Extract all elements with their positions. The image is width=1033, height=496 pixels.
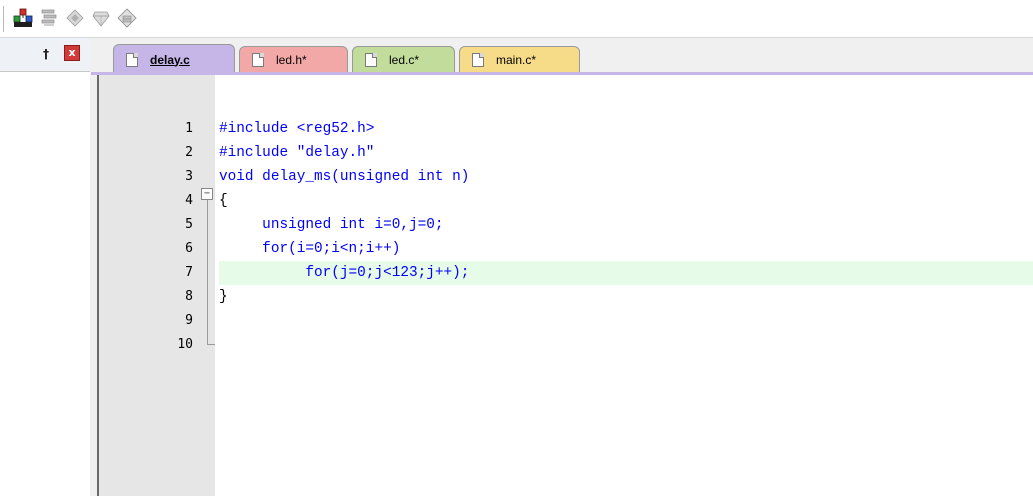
code-text: for(i=0;i<n;i++) — [219, 241, 401, 257]
line-number: 1 — [185, 121, 193, 136]
code-line: 10 — [99, 333, 1033, 357]
stop-build-icon[interactable] — [114, 5, 140, 31]
build-toolbar — [0, 0, 1033, 38]
editor-area: delay.c led.h* led.c* main.c* − 1 #inclu… — [91, 38, 1033, 496]
tab-led-c[interactable]: led.c* — [352, 46, 455, 72]
file-icon — [472, 52, 484, 67]
code-text: #include "delay.h" — [219, 145, 375, 161]
batch-build-icon[interactable] — [36, 5, 62, 31]
build-target-icon[interactable] — [10, 5, 36, 31]
line-number: 9 — [185, 313, 193, 328]
line-number: 5 — [185, 217, 193, 232]
project-panel-body — [0, 72, 90, 496]
code-editor[interactable]: − 1 #include <reg52.h> 2 #include "delay… — [97, 75, 1033, 496]
code-line: 4 { — [99, 189, 1033, 213]
project-panel-header: † x — [0, 38, 90, 72]
code-line: 2 #include "delay.h" — [99, 141, 1033, 165]
ide-window: † x delay.c led.h* led.c* main.c* − 1 #i… — [0, 0, 1033, 496]
line-number: 2 — [185, 145, 193, 160]
close-panel-icon[interactable]: x — [64, 45, 80, 61]
line-number: 6 — [185, 241, 193, 256]
code-text: #include <reg52.h> — [219, 121, 375, 137]
code-line: 8 } — [99, 285, 1033, 309]
code-line: 1 #include <reg52.h> — [99, 117, 1033, 141]
code-text: void delay_ms(unsigned int n) — [219, 169, 470, 185]
file-icon — [365, 52, 377, 67]
file-icon — [126, 52, 138, 67]
line-number: 3 — [185, 169, 193, 184]
file-icon — [252, 52, 264, 67]
tab-label: delay.c — [150, 52, 190, 67]
tab-label: led.c* — [389, 52, 420, 67]
pin-icon[interactable]: † — [40, 47, 52, 61]
code-text: unsigned int i=0,j=0; — [219, 217, 444, 233]
line-number: 10 — [177, 337, 193, 352]
toolbar-separator — [3, 6, 4, 32]
tab-label: main.c* — [496, 52, 537, 67]
translate-icon[interactable] — [62, 5, 88, 31]
code-text: for(j=0;j<123;j++); — [219, 265, 470, 281]
rebuild-icon[interactable] — [88, 5, 114, 31]
project-panel: † x — [0, 38, 90, 496]
tab-main-c[interactable]: main.c* — [459, 46, 580, 72]
tab-label: led.h* — [276, 52, 307, 67]
file-tab-bar: delay.c led.h* led.c* main.c* — [91, 38, 1033, 75]
code-text: } — [219, 289, 228, 305]
tab-delay-c[interactable]: delay.c — [113, 44, 235, 74]
code-line: 9 — [99, 309, 1033, 333]
code-line: 5 unsigned int i=0,j=0; — [99, 213, 1033, 237]
line-number: 7 — [185, 265, 193, 280]
code-text: { — [219, 193, 228, 209]
line-number: 8 — [185, 289, 193, 304]
current-code-line: 7 for(j=0;j<123;j++); — [99, 261, 1033, 285]
code-line: 3 void delay_ms(unsigned int n) — [99, 165, 1033, 189]
line-number: 4 — [185, 193, 193, 208]
code-line: 6 for(i=0;i<n;i++) — [99, 237, 1033, 261]
tab-led-h[interactable]: led.h* — [239, 46, 348, 72]
